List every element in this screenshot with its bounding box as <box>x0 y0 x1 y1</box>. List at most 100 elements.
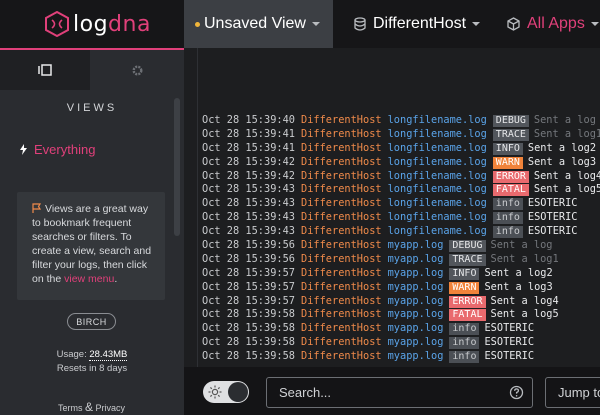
unsaved-dot-icon <box>195 21 200 27</box>
logo[interactable]: logdna <box>0 0 184 48</box>
log-line[interactable]: Oct 28 15:39:58 DifferentHost myapp.log FAT… <box>202 308 600 322</box>
log-message: Sent a log2 <box>484 266 553 279</box>
log-app: myapp.log <box>387 280 444 293</box>
theme-toggle[interactable] <box>203 381 249 403</box>
log-message: ESOTERIC <box>484 336 535 349</box>
log-host: DifferentHost <box>301 294 382 307</box>
log-message: ESOTERIC <box>527 197 578 210</box>
log-level-badge: DEBUG <box>492 114 529 127</box>
log-line[interactable]: Oct 28 15:39:43 DifferentHost longfilename… <box>202 211 600 225</box>
log-line[interactable]: Oct 28 15:39:58 DifferentHost myapp.log inf… <box>202 350 600 364</box>
log-app: myapp.log <box>387 294 444 307</box>
log-level-badge: info <box>492 226 523 239</box>
sidebar-scrollbar[interactable] <box>174 98 180 236</box>
jump-placeholder: Jump to <box>558 385 600 400</box>
apps-selector[interactable]: All Apps <box>507 0 599 48</box>
version-badge: BIRCH <box>67 313 116 330</box>
log-host: DifferentHost <box>301 239 382 252</box>
log-app: longfilename.log <box>387 127 487 140</box>
usage-label: Usage: <box>56 349 90 360</box>
database-icon <box>354 17 366 31</box>
bottom-bar: Search... Jump to <box>184 367 600 415</box>
log-host: DifferentHost <box>301 197 382 210</box>
log-viewer[interactable]: Oct 28 15:39:40 DifferentHost longfilename… <box>197 48 600 367</box>
log-app: longfilename.log <box>387 211 487 224</box>
terms-privacy: Terms & Privacy <box>58 400 125 414</box>
cube-icon <box>507 17 520 31</box>
log-line[interactable]: Oct 28 15:39:42 DifferentHost longfilename… <box>202 170 600 184</box>
log-app: myapp.log <box>387 308 444 321</box>
tab-views[interactable] <box>0 50 90 90</box>
log-host: DifferentHost <box>301 336 382 349</box>
log-message: Sent a log3 <box>527 155 597 168</box>
log-line[interactable]: Oct 28 15:39:43 DifferentHost longfilename… <box>202 225 600 239</box>
log-line[interactable]: Oct 28 15:39:41 DifferentHost longfilename… <box>202 142 600 156</box>
terms-link[interactable]: Terms <box>58 403 83 413</box>
log-message: ESOTERIC <box>527 225 578 238</box>
log-line[interactable]: Oct 28 15:39:57 DifferentHost myapp.log ERR… <box>202 295 600 309</box>
log-host: DifferentHost <box>301 155 382 168</box>
chevron-down-icon <box>472 22 481 26</box>
log-host: DifferentHost <box>301 350 382 363</box>
host-selector-label: DifferentHost <box>373 15 467 32</box>
log-timestamp: Oct 28 15:39:57 <box>202 294 295 307</box>
log-app: longfilename.log <box>387 225 487 238</box>
usage-amount[interactable]: 28.43MB <box>89 349 128 361</box>
log-level-badge: ERROR <box>449 295 486 308</box>
log-line[interactable]: Oct 28 15:39:57 DifferentHost myapp.log WAR… <box>202 281 600 295</box>
log-line[interactable]: Oct 28 15:39:41 DifferentHost longfilename… <box>202 128 600 142</box>
help-icon[interactable] <box>509 385 524 400</box>
log-app: myapp.log <box>387 252 444 265</box>
log-level-badge: FATAL <box>492 184 529 197</box>
log-line[interactable]: Oct 28 15:39:56 DifferentHost myapp.log TRA… <box>202 253 600 267</box>
privacy-link[interactable]: Privacy <box>96 403 126 413</box>
log-line[interactable]: Oct 28 15:39:40 DifferentHost longfilename… <box>202 114 600 128</box>
log-message: ESOTERIC <box>527 211 578 224</box>
log-line[interactable]: Oct 28 15:39:42 DifferentHost longfilename… <box>202 156 600 170</box>
log-timestamp: Oct 28 15:39:58 <box>202 350 295 363</box>
log-level-badge: INFO <box>492 142 523 155</box>
log-line[interactable]: Oct 28 15:39:43 DifferentHost longfilename… <box>202 183 600 197</box>
log-host: DifferentHost <box>301 280 382 293</box>
log-line[interactable]: Oct 28 15:39:43 DifferentHost longfilename… <box>202 197 600 211</box>
view-item-everything[interactable]: Everything <box>20 142 184 157</box>
log-message: Sent a log1 <box>533 127 600 140</box>
view-menu-button[interactable]: Unsaved View <box>184 0 333 48</box>
jump-to-input[interactable]: Jump to <box>545 377 600 408</box>
log-app: myapp.log <box>387 350 444 363</box>
ampersand: & <box>85 400 94 414</box>
log-host: DifferentHost <box>301 183 382 196</box>
log-line[interactable]: Oct 28 15:39:57 DifferentHost myapp.log INF… <box>202 267 600 281</box>
tab-settings[interactable] <box>90 50 184 90</box>
log-timestamp: Oct 28 15:39:58 <box>202 308 295 321</box>
log-timestamp: Oct 28 15:39:56 <box>202 252 295 265</box>
view-menu-link[interactable]: view menu <box>64 273 114 285</box>
log-timestamp: Oct 28 15:39:43 <box>202 183 295 196</box>
toggle-knob <box>228 382 248 402</box>
log-level-badge: info <box>492 212 523 225</box>
chevron-down-icon <box>590 22 599 26</box>
log-timestamp: Oct 28 15:39:58 <box>202 322 295 335</box>
log-line[interactable]: Oct 28 15:39:58 DifferentHost myapp.log inf… <box>202 322 600 336</box>
log-message: Sent a log5 <box>533 183 600 196</box>
host-selector[interactable]: DifferentHost <box>354 0 481 48</box>
log-timestamp: Oct 28 15:39:56 <box>202 239 295 252</box>
log-app: longfilename.log <box>387 155 487 168</box>
log-line[interactable]: Oct 28 15:39:56 DifferentHost myapp.log DEB… <box>202 239 600 253</box>
log-level-badge: info <box>492 198 523 211</box>
view-title: Unsaved View <box>204 15 306 32</box>
log-message: ESOTERIC <box>484 322 535 335</box>
log-line[interactable]: Oct 28 15:39:58 DifferentHost myapp.log inf… <box>202 336 600 350</box>
search-placeholder: Search... <box>279 385 332 400</box>
log-timestamp: Oct 28 15:39:43 <box>202 225 295 238</box>
views-heading: VIEWS <box>66 102 118 114</box>
log-app: longfilename.log <box>387 197 487 210</box>
search-input[interactable]: Search... <box>266 377 533 408</box>
log-app: myapp.log <box>387 239 444 252</box>
sidebar: VIEWS Everything Views are a great way t… <box>0 48 184 415</box>
view-item-label: Everything <box>34 142 96 157</box>
sidebar-tabs <box>0 50 184 90</box>
log-app: longfilename.log <box>387 141 487 154</box>
apps-selector-label: All Apps <box>527 15 585 32</box>
log-host: DifferentHost <box>301 127 382 140</box>
